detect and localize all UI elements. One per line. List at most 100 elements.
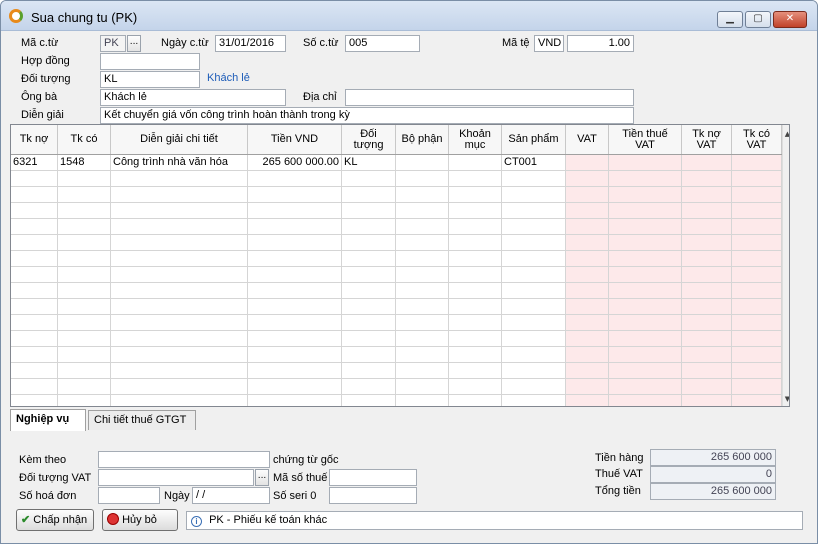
cell-tk-co-vat[interactable]: [732, 299, 782, 315]
cell-tk-co-vat[interactable]: [732, 331, 782, 347]
cell-san-pham[interactable]: [502, 219, 566, 235]
cell-vat[interactable]: [566, 171, 609, 187]
ma-te-field[interactable]: VND: [534, 35, 564, 52]
cell-bo-phan[interactable]: [396, 267, 449, 283]
cell-san-pham[interactable]: [502, 235, 566, 251]
cell-tk-no[interactable]: [11, 235, 58, 251]
cell-tk-no-vat[interactable]: [682, 395, 732, 406]
cell-tk-co-vat[interactable]: [732, 235, 782, 251]
cell-tien-vnd[interactable]: [248, 219, 342, 235]
cell-tk-co[interactable]: [58, 363, 111, 379]
cell-bo-phan[interactable]: [396, 315, 449, 331]
cell-tk-co-vat[interactable]: [732, 283, 782, 299]
cell-doi-tuong[interactable]: [342, 315, 396, 331]
cell-tien-thue-vat[interactable]: [609, 395, 682, 406]
cell-tk-no[interactable]: [11, 219, 58, 235]
minimize-button[interactable]: ▁: [717, 11, 743, 28]
cell-khoan-muc[interactable]: [449, 251, 502, 267]
cell-bo-phan[interactable]: [396, 283, 449, 299]
cell-khoan-muc[interactable]: [449, 315, 502, 331]
cell-tien-vnd[interactable]: [248, 203, 342, 219]
cell-tien-vnd[interactable]: [248, 235, 342, 251]
cell-san-pham[interactable]: [502, 267, 566, 283]
cell-bo-phan[interactable]: [396, 347, 449, 363]
cell-tien-thue-vat[interactable]: [609, 187, 682, 203]
cell-dien-giai[interactable]: Công trình nhà văn hóa: [111, 155, 248, 171]
col-khoan-muc[interactable]: Khoản mục: [449, 125, 502, 154]
cell-tien-vnd[interactable]: [248, 363, 342, 379]
cell-doi-tuong[interactable]: [342, 395, 396, 406]
cell-vat[interactable]: [566, 379, 609, 395]
cell-tien-vnd[interactable]: [248, 395, 342, 406]
col-bo-phan[interactable]: Bộ phận: [396, 125, 449, 154]
cell-tk-no[interactable]: [11, 331, 58, 347]
cell-vat[interactable]: [566, 283, 609, 299]
col-doi-tuong[interactable]: Đối tượng: [342, 125, 396, 154]
dien-giai-field[interactable]: Kết chuyển giá vốn công trình hoàn thành…: [100, 107, 634, 124]
cell-dien-giai[interactable]: [111, 187, 248, 203]
cell-tk-no[interactable]: [11, 347, 58, 363]
cell-khoan-muc[interactable]: [449, 155, 502, 171]
cell-tk-co-vat[interactable]: [732, 347, 782, 363]
cell-san-pham[interactable]: [502, 379, 566, 395]
accept-button[interactable]: ✔ Chấp nhận: [16, 509, 94, 531]
hop-dong-field[interactable]: [100, 53, 200, 70]
cell-tk-no-vat[interactable]: [682, 283, 732, 299]
cell-tk-no-vat[interactable]: [682, 155, 732, 171]
cell-tien-thue-vat[interactable]: [609, 171, 682, 187]
cell-san-pham[interactable]: [502, 187, 566, 203]
cell-tien-vnd[interactable]: [248, 187, 342, 203]
col-tk-co[interactable]: Tk có: [58, 125, 111, 154]
cell-san-pham[interactable]: [502, 299, 566, 315]
cell-san-pham[interactable]: [502, 395, 566, 406]
cell-tk-co-vat[interactable]: [732, 315, 782, 331]
cell-khoan-muc[interactable]: [449, 235, 502, 251]
cell-doi-tuong[interactable]: [342, 203, 396, 219]
cell-tien-vnd[interactable]: 265 600 000.00: [248, 155, 342, 171]
cell-tk-no[interactable]: [11, 203, 58, 219]
cell-tk-co[interactable]: [58, 251, 111, 267]
cell-tk-co-vat[interactable]: [732, 171, 782, 187]
cell-dien-giai[interactable]: [111, 331, 248, 347]
cell-tk-no-vat[interactable]: [682, 171, 732, 187]
cell-bo-phan[interactable]: [396, 251, 449, 267]
cell-doi-tuong[interactable]: [342, 235, 396, 251]
cell-vat[interactable]: [566, 299, 609, 315]
cell-bo-phan[interactable]: [396, 379, 449, 395]
cell-bo-phan[interactable]: [396, 395, 449, 406]
ma-so-thue-field[interactable]: [329, 469, 417, 486]
col-vat[interactable]: VAT: [566, 125, 609, 154]
cell-tk-no-vat[interactable]: [682, 379, 732, 395]
cell-tk-co-vat[interactable]: [732, 379, 782, 395]
cell-tk-no-vat[interactable]: [682, 315, 732, 331]
scroll-down-icon[interactable]: ▼: [783, 395, 789, 403]
cell-tk-no[interactable]: [11, 283, 58, 299]
cell-tk-co[interactable]: [58, 219, 111, 235]
cell-khoan-muc[interactable]: [449, 171, 502, 187]
cell-tk-no-vat[interactable]: [682, 187, 732, 203]
cell-tk-co-vat[interactable]: [732, 395, 782, 406]
ngay-field[interactable]: / /: [192, 487, 270, 504]
cell-dien-giai[interactable]: [111, 171, 248, 187]
cell-tk-co-vat[interactable]: [732, 155, 782, 171]
cell-tien-vnd[interactable]: [248, 347, 342, 363]
so-hoa-don-field[interactable]: [98, 487, 160, 504]
cell-vat[interactable]: [566, 235, 609, 251]
ma-ctu-browse-button[interactable]: ...: [127, 35, 141, 52]
cell-khoan-muc[interactable]: [449, 219, 502, 235]
cell-tk-no[interactable]: 6321: [11, 155, 58, 171]
doi-tuong-field[interactable]: KL: [100, 71, 200, 88]
cell-tien-thue-vat[interactable]: [609, 235, 682, 251]
cell-tk-co-vat[interactable]: [732, 363, 782, 379]
cell-tien-thue-vat[interactable]: [609, 315, 682, 331]
cell-tk-no-vat[interactable]: [682, 203, 732, 219]
grid-scrollbar[interactable]: ▲ ▼: [782, 125, 789, 406]
cell-tien-vnd[interactable]: [248, 171, 342, 187]
cell-san-pham[interactable]: [502, 315, 566, 331]
cell-vat[interactable]: [566, 219, 609, 235]
cell-bo-phan[interactable]: [396, 363, 449, 379]
cell-doi-tuong[interactable]: [342, 219, 396, 235]
cell-dien-giai[interactable]: [111, 251, 248, 267]
cell-tk-no-vat[interactable]: [682, 363, 732, 379]
cell-tk-co[interactable]: [58, 347, 111, 363]
